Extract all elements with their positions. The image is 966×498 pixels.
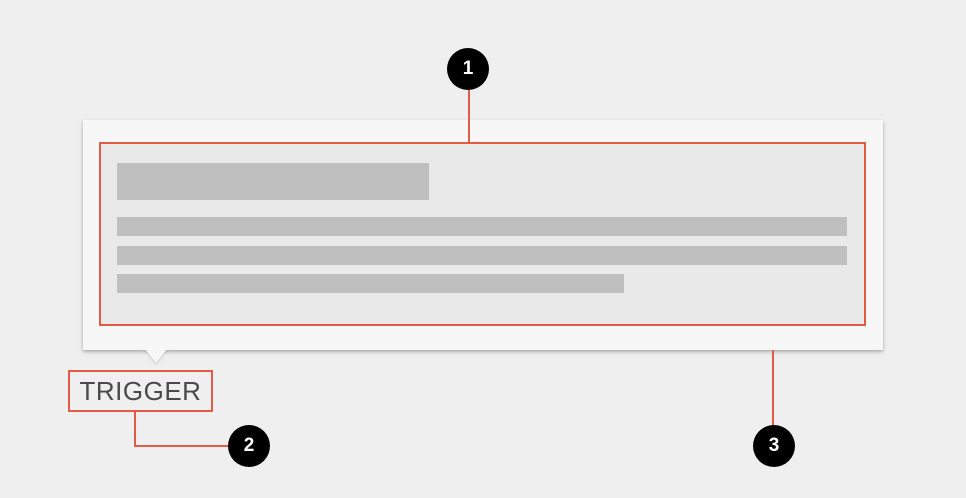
- callout-leader-line: [468, 86, 470, 143]
- placeholder-text-line: [117, 246, 847, 265]
- placeholder-text-line: [117, 217, 847, 236]
- popover-arrow: [145, 349, 167, 363]
- callout-leader-line: [134, 445, 230, 447]
- callout-badge-container: 3: [753, 425, 795, 467]
- placeholder-text-line: [117, 274, 624, 293]
- callout-leader-line: [134, 410, 136, 447]
- callout-badge-content: 1: [447, 48, 489, 90]
- trigger-button[interactable]: TRIGGER: [68, 370, 213, 412]
- callout-leader-line: [772, 350, 774, 426]
- callout-badge-trigger: 2: [228, 425, 270, 467]
- placeholder-title: [117, 163, 429, 200]
